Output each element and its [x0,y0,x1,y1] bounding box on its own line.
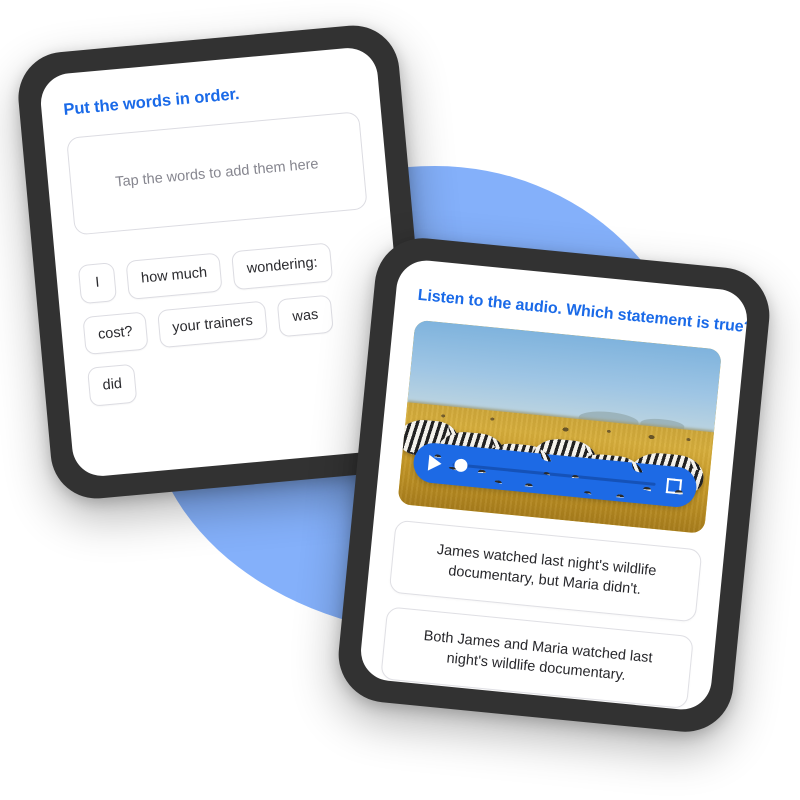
answer-option[interactable]: Both James and Maria watched last night'… [380,605,694,709]
dropzone-placeholder: Tap the words to add them here [114,155,320,191]
word-chip[interactable]: was [276,294,334,338]
phone-screen-audio-question: Listen to the audio. Which statement is … [358,257,750,713]
phone-mockup-audio-question: Listen to the audio. Which statement is … [334,233,774,737]
word-chip-list: I how much wondering: cost? your trainer… [77,239,384,407]
zebra-savanna-image [397,319,723,534]
answer-option-list: James watched last night's wildlife docu… [380,519,703,709]
phone-screen-word-order: Put the words in order. Tap the words to… [38,45,412,479]
word-chip[interactable]: I [77,262,118,304]
audio-progress-knob[interactable] [453,458,469,473]
audio-progress-track [452,462,656,487]
word-chip[interactable]: wondering: [231,242,334,290]
word-chip[interactable]: cost? [82,311,149,356]
screenshot-stage: Put the words in order. Tap the words to… [0,0,800,800]
word-chip[interactable]: how much [125,252,223,300]
answer-option[interactable]: James watched last night's wildlife docu… [388,519,703,623]
word-order-title: Put the words in order. [62,85,241,119]
word-chip[interactable]: did [87,363,138,407]
word-dropzone[interactable]: Tap the words to add them here [66,111,368,236]
audio-progress-slider[interactable] [452,457,657,493]
word-chip[interactable]: your trainers [156,300,269,349]
